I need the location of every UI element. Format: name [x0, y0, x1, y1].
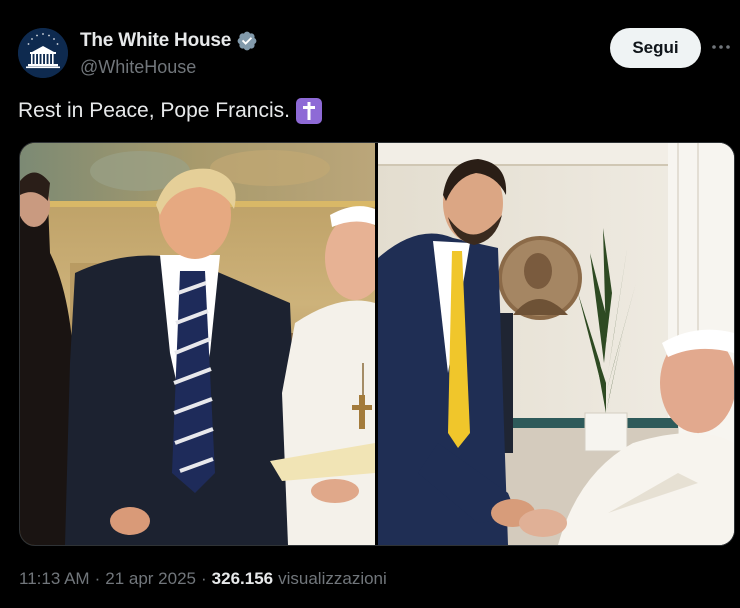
meta-separator: · — [201, 569, 207, 588]
author-display-name[interactable]: The White House — [80, 30, 231, 52]
photo-trump-with-pope[interactable] — [20, 143, 375, 545]
views-label: visualizzazioni — [278, 569, 387, 588]
post-time[interactable]: 11:13 AM — [19, 569, 90, 589]
follow-button[interactable]: Segui — [610, 28, 701, 68]
post-text-content: Rest in Peace, Pope Francis. — [18, 99, 290, 122]
post-meta: 11:13 AM · 21 apr 2025 · 326.156 visuali… — [19, 569, 387, 589]
author-handle[interactable]: @WhiteHouse — [80, 57, 196, 78]
avatar[interactable] — [18, 28, 68, 78]
latin-cross-emoji-icon — [295, 98, 322, 124]
media-grid — [19, 142, 735, 546]
post: The White House @WhiteHouse Segui Rest i… — [0, 0, 740, 608]
views-count: 326.156 — [211, 569, 274, 588]
photo-vance-with-pope[interactable] — [378, 143, 734, 545]
white-house-logo-icon — [18, 28, 68, 78]
post-date[interactable]: 21 apr 2025 — [105, 569, 196, 589]
post-text: Rest in Peace, Pope Francis. — [18, 98, 322, 124]
author-name-row: The White House — [80, 30, 258, 52]
meta-separator: · — [94, 569, 101, 588]
verified-badge-icon[interactable] — [236, 30, 258, 52]
more-icon[interactable] — [708, 34, 734, 60]
